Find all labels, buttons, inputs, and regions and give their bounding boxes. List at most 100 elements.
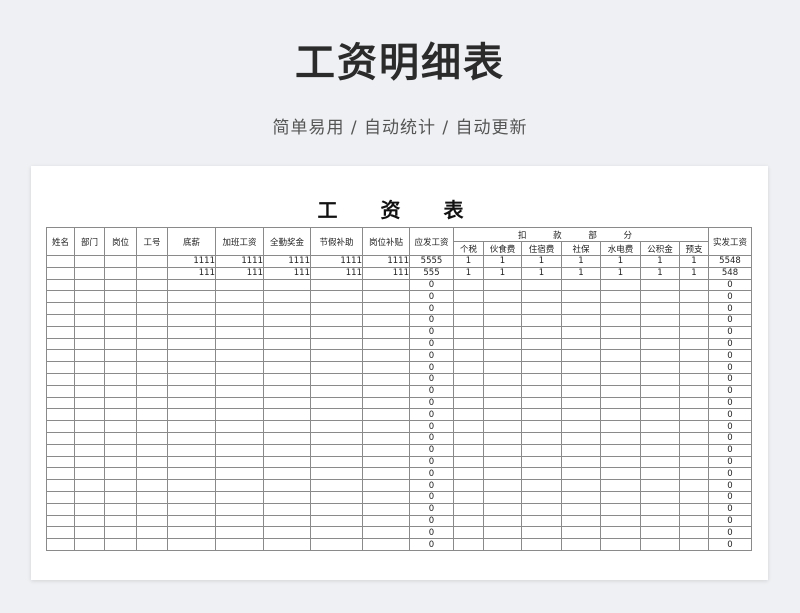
cell-gross: 0: [409, 372, 454, 386]
cell-gross: 5555: [409, 255, 454, 268]
cell-utilities: [600, 325, 641, 339]
cell-base: [167, 431, 216, 445]
cell-fund: [640, 313, 680, 327]
cell-advance: [679, 502, 709, 516]
cell-social: 1: [561, 255, 601, 268]
cell-name: [46, 526, 75, 540]
cell-utilities: [600, 372, 641, 386]
header-row: 姓名 部门 岗位 工号 底薪 加班工资 全勤奖金 节假补助 岗位补贴 应发工资 …: [46, 227, 752, 256]
cell-position-allowance: [362, 538, 410, 551]
cell-social: [561, 290, 601, 304]
cell-tax: [453, 467, 484, 481]
cell-utilities: [600, 313, 641, 327]
cell-holiday-allowance: [310, 408, 363, 422]
cell-attendance-bonus: [263, 420, 311, 433]
cell-lodging: [521, 290, 562, 304]
cell-position: [104, 337, 137, 351]
cell-net: 5548: [708, 255, 752, 268]
cell-position: [104, 479, 137, 492]
cell-position: [104, 396, 137, 410]
cell-fund: [640, 455, 680, 469]
cell-utilities: [600, 526, 641, 540]
cell-holiday-allowance: [310, 349, 363, 363]
cell-lodging: [521, 490, 562, 504]
cell-position-allowance: [362, 349, 410, 363]
cell-lodging: [521, 455, 562, 469]
cell-fund: [640, 443, 680, 457]
cell-holiday-allowance: [310, 490, 363, 504]
cell-net: 548: [708, 266, 752, 280]
cell-holiday-allowance: [310, 526, 363, 540]
table-row: 00: [46, 384, 752, 398]
table-row: 00: [46, 313, 752, 327]
cell-tax: [453, 361, 484, 374]
cell-emp-id: [136, 490, 168, 504]
cell-attendance-bonus: [263, 502, 311, 516]
cell-utilities: [600, 455, 641, 469]
cell-meals: [483, 467, 522, 481]
cell-emp-id: [136, 325, 168, 339]
cell-name: [46, 455, 75, 469]
cell-gross: 0: [409, 325, 454, 339]
cell-overtime: [215, 313, 264, 327]
cell-holiday-allowance: [310, 455, 363, 469]
cell-gross: 0: [409, 514, 454, 528]
salary-body: 1111 1111 1111 1111 1111 5555 1 1 1 1 1 1 1 5548 111 11…: [46, 255, 752, 551]
cell-net: 0: [708, 431, 752, 445]
cell-dept: [74, 479, 105, 492]
cell-meals: [483, 526, 522, 540]
cell-position: [104, 302, 137, 315]
cell-meals: [483, 479, 522, 492]
cell-name: [46, 290, 75, 304]
cell-base: [167, 455, 216, 469]
cell-gross: 0: [409, 467, 454, 481]
cell-gross: 0: [409, 526, 454, 540]
cell-tax: [453, 538, 484, 551]
cell-overtime: [215, 325, 264, 339]
cell-dept: [74, 420, 105, 433]
cell-attendance-bonus: [263, 372, 311, 386]
cell-overtime: [215, 290, 264, 304]
cell-advance: [679, 490, 709, 504]
cell-tax: [453, 502, 484, 516]
cell-position: [104, 490, 137, 504]
cell-position: [104, 443, 137, 457]
cell-meals: [483, 384, 522, 398]
cell-holiday-allowance: [310, 278, 363, 292]
cell-position: [104, 467, 137, 481]
cell-tax: [453, 337, 484, 351]
cell-attendance-bonus: [263, 313, 311, 327]
cell-holiday-allowance: [310, 325, 363, 339]
cell-utilities: [600, 538, 641, 551]
cell-emp-id: [136, 443, 168, 457]
cell-name: [46, 349, 75, 363]
cell-advance: [679, 420, 709, 433]
cell-net: 0: [708, 361, 752, 374]
cell-overtime: [215, 372, 264, 386]
cell-advance: [679, 290, 709, 304]
cell-lodging: [521, 372, 562, 386]
cell-attendance-bonus: [263, 526, 311, 540]
cell-name: [46, 538, 75, 551]
cell-base: [167, 490, 216, 504]
cell-base: [167, 290, 216, 304]
cell-lodging: 1: [521, 255, 562, 268]
cell-tax: [453, 372, 484, 386]
cell-base: [167, 479, 216, 492]
cell-position-allowance: [362, 479, 410, 492]
cell-dept: [74, 325, 105, 339]
cell-attendance-bonus: [263, 443, 311, 457]
cell-lodging: [521, 514, 562, 528]
cell-utilities: 1: [600, 255, 641, 268]
cell-utilities: [600, 502, 641, 516]
cell-holiday-allowance: [310, 361, 363, 374]
cell-net: 0: [708, 384, 752, 398]
cell-tax: [453, 514, 484, 528]
cell-position-allowance: [362, 455, 410, 469]
cell-attendance-bonus: [263, 337, 311, 351]
cell-gross: 0: [409, 408, 454, 422]
header-utilities: 水电费: [600, 241, 641, 256]
cell-dept: [74, 443, 105, 457]
cell-social: [561, 278, 601, 292]
cell-advance: [679, 278, 709, 292]
